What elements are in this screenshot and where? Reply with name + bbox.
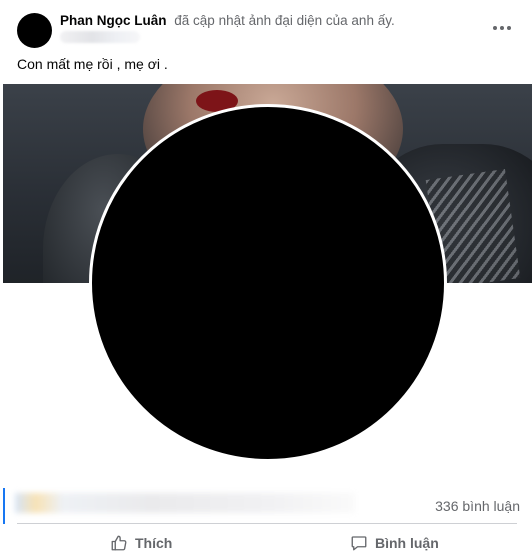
comment-label: Bình luận xyxy=(375,535,439,551)
profile-picture[interactable] xyxy=(89,104,447,462)
post-caption: Con mất mẹ rồi , mẹ ơi . xyxy=(17,56,168,72)
reactions-bar: 336 bình luận xyxy=(3,485,532,524)
post-card: Phan Ngọc Luân đã cập nhật ảnh đại diện … xyxy=(0,0,532,555)
like-button[interactable]: Thích xyxy=(110,532,172,554)
post-action-text: đã cập nhật ảnh đại diện của anh ấy. xyxy=(174,13,395,28)
comment-bubble-icon xyxy=(351,536,367,551)
reactions-summary-redacted xyxy=(15,493,355,513)
thumbs-up-icon xyxy=(111,535,127,551)
author-avatar[interactable] xyxy=(17,13,52,48)
like-label: Thích xyxy=(135,535,173,551)
comment-button[interactable]: Bình luận xyxy=(350,532,439,554)
timestamp-redacted xyxy=(60,31,140,43)
more-horizontal-icon xyxy=(493,26,497,30)
more-options-button[interactable] xyxy=(486,16,518,40)
author-name[interactable]: Phan Ngọc Luân xyxy=(60,13,167,28)
comment-count[interactable]: 336 bình luận xyxy=(435,498,520,514)
post-header: Phan Ngọc Luân đã cập nhật ảnh đại diện … xyxy=(60,13,395,28)
divider xyxy=(17,523,517,524)
focus-accent xyxy=(3,488,5,524)
